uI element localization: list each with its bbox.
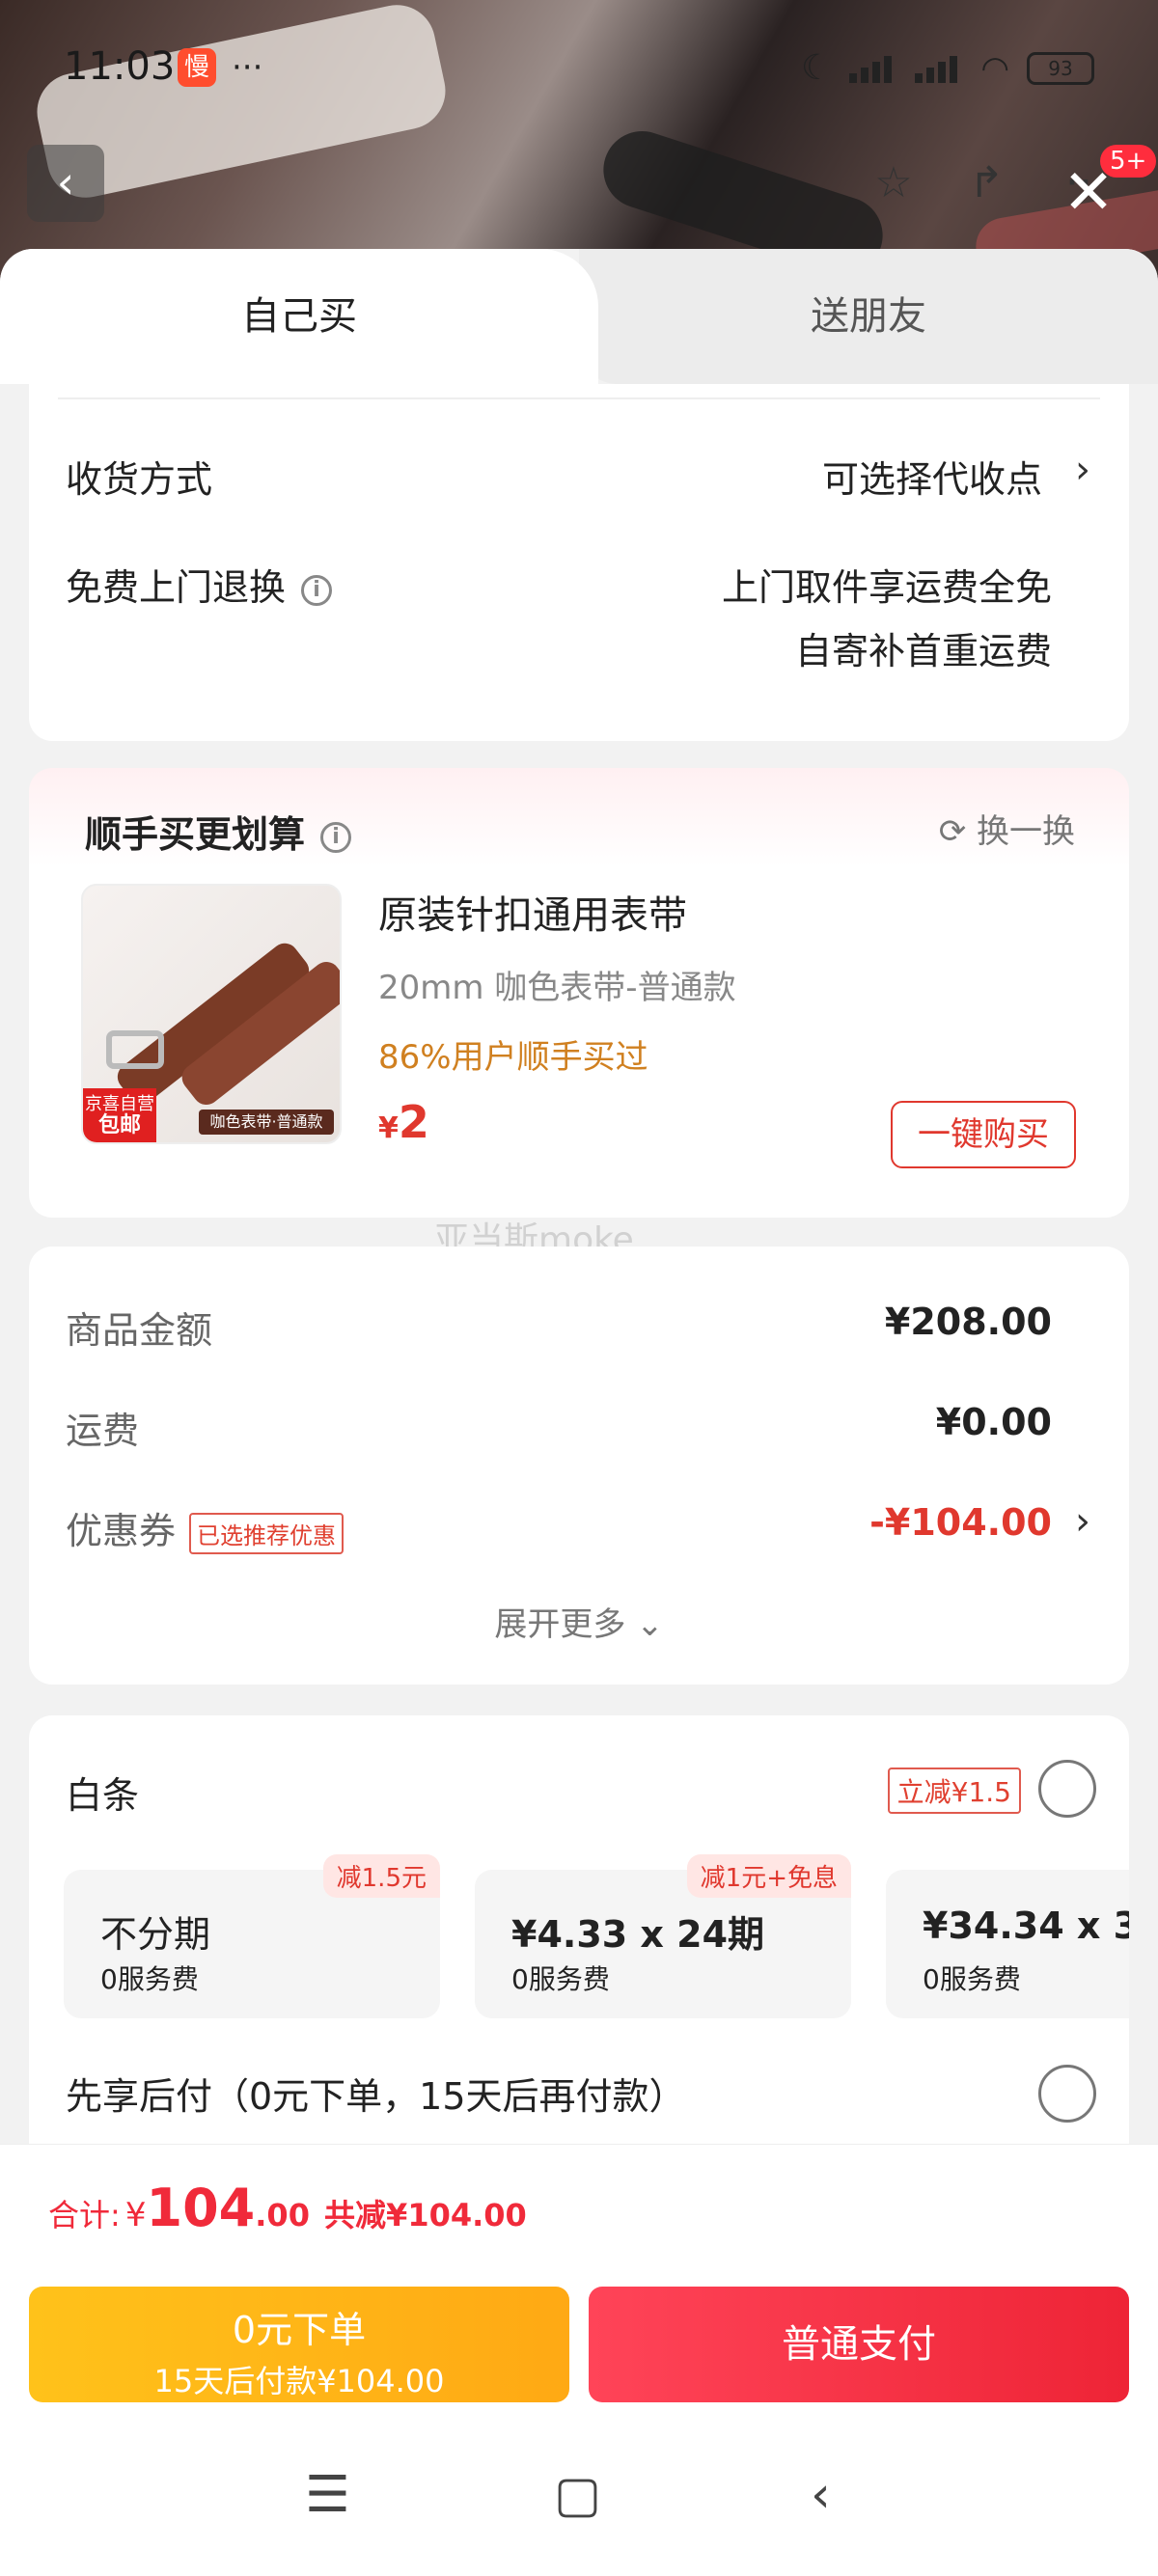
info-icon[interactable]: i — [301, 574, 333, 606]
jd-self-operated-tag: 京喜自营 包邮 — [83, 1088, 156, 1142]
product-thumbnail[interactable]: 京喜自营 包邮 咖色表带·普通款 — [81, 884, 342, 1144]
delivery-card: 收货方式 可选择代收点 › 免费上门退换 i 上门取件享运费全免 自寄补首重运费 — [29, 384, 1129, 741]
tab-buy-self[interactable]: 自己买 — [0, 249, 598, 384]
upsell-title: 顺手买更划算 i — [85, 805, 352, 858]
back-button[interactable]: ‹ — [27, 145, 104, 222]
total-amount: 合计: ¥104.00 共减¥104.00 — [48, 2178, 527, 2238]
hidden-options-edge — [58, 384, 1100, 399]
refresh-icon: ⟳ — [938, 812, 977, 851]
system-nav-bar: ☰ ▢ ‹ — [0, 2412, 1158, 2576]
expand-more-button[interactable]: 展开更多 ⌄ — [29, 1598, 1129, 1645]
info-icon[interactable]: i — [320, 821, 352, 853]
plan-no-installment[interactable]: 减1.5元 不分期 0服务费 — [64, 1854, 440, 2018]
plan-title: ¥34.34 x 3 — [923, 1905, 1129, 1947]
pay-later-sub: 15天后付款¥104.00 — [153, 2363, 445, 2399]
signal-icon — [849, 54, 897, 83]
plan-promo-tag: 减1.5元 — [322, 1854, 440, 1898]
delivery-method-value[interactable]: 可选择代收点 — [822, 450, 1042, 503]
coupon-recommended-tag: 已选推荐优惠 — [189, 1513, 345, 1554]
refresh-button[interactable]: ⟳ 换一换 — [939, 805, 1075, 852]
price-summary-card: 商品金额 ¥208.00 运费 ¥0.00 优惠券 已选推荐优惠 -¥104.00… — [29, 1247, 1129, 1685]
total-saved: 共减¥104.00 — [324, 2197, 527, 2233]
pay-later-radio[interactable] — [1038, 2065, 1096, 2123]
battery-icon: 93 — [1027, 51, 1094, 85]
chevron-down-icon: ⌄ — [625, 1605, 664, 1644]
purchase-tabs: 送朋友 自己买 — [0, 249, 1158, 384]
upsell-variant: 20mm 咖色表带-普通款 — [378, 969, 736, 1007]
installment-plans: 减1.5元 不分期 0服务费 减1元+免息 ¥4.33 x 24期 0服务费 ¥… — [64, 1715, 1129, 2043]
goods-amount-value: ¥208.00 — [884, 1301, 1052, 1343]
plan-3-months[interactable]: ¥34.34 x 3 0服务费 — [886, 1870, 1129, 2018]
moon-icon: ☾ — [801, 48, 833, 88]
plan-fee: 0服务费 — [923, 1963, 1021, 1995]
wifi-icon: ◠ — [980, 48, 1009, 88]
free-return-label: 免费上门退换 i — [66, 558, 333, 611]
status-bar: 11:03 慢 ··· ☾ ◠ 93 — [0, 0, 1158, 135]
close-icon[interactable]: ✕ — [1058, 162, 1119, 226]
plan-fee: 0服务费 — [511, 1963, 610, 1995]
upsell-card: 顺手买更划算 i ⟳ 换一换 京喜自营 包邮 咖色表带·普通款 原装针扣通用表带 2… — [29, 768, 1129, 1218]
favorite-star-icon[interactable]: ☆ — [867, 156, 921, 210]
variant-tag: 咖色表带·普通款 — [199, 1110, 334, 1135]
tab-gift-friend[interactable]: 送朋友 — [579, 249, 1158, 384]
goods-amount-label: 商品金额 — [66, 1309, 213, 1352]
chevron-right-icon[interactable]: › — [1075, 1499, 1090, 1544]
back-icon[interactable]: ‹ — [811, 2466, 831, 2524]
pay-later-button[interactable]: 0元下单 15天后付款¥104.00 — [29, 2287, 569, 2402]
upsell-price: ¥2 — [378, 1096, 429, 1148]
signal-icon-2 — [915, 54, 963, 83]
normal-pay-button[interactable]: 普通支付 — [589, 2287, 1129, 2402]
coupon-label: 优惠券 已选推荐优惠 — [66, 1501, 345, 1554]
free-return-value-2: 自寄补首重运费 — [794, 630, 1052, 672]
plan-promo-tag: 减1元+免息 — [686, 1854, 851, 1898]
more-notifications-icon: ··· — [232, 48, 263, 87]
plan-24-months[interactable]: 减1元+免息 ¥4.33 x 24期 0服务费 — [475, 1854, 851, 2018]
plan-title: ¥4.33 x 24期 — [511, 1913, 765, 1956]
app-notification-icon: 慢 — [178, 48, 216, 87]
shipping-value: ¥0.00 — [935, 1401, 1052, 1443]
action-bar: 0元下单 15天后付款¥104.00 普通支付 — [0, 2277, 1158, 2412]
plan-fee: 0服务费 — [100, 1963, 199, 1995]
shipping-label: 运费 — [66, 1410, 140, 1452]
share-icon[interactable]: ↱ — [959, 156, 1013, 210]
total-bar: 合计: ¥104.00 共减¥104.00 — [0, 2144, 1158, 2277]
pay-later-label: 先享后付（0元下单，15天后再付款） — [66, 2075, 686, 2118]
upsell-social-proof: 86%用户顺手买过 — [378, 1038, 648, 1077]
system-icons: ☾ ◠ 93 — [801, 48, 1094, 88]
status-time: 11:03 — [64, 44, 176, 89]
home-icon[interactable]: ▢ — [554, 2466, 601, 2524]
chevron-right-icon[interactable]: › — [1075, 448, 1090, 492]
coupon-value[interactable]: -¥104.00 — [869, 1501, 1052, 1544]
one-click-buy-button[interactable]: 一键购买 — [891, 1101, 1076, 1168]
menu-icon[interactable]: ☰ — [305, 2466, 350, 2524]
pay-later-main: 0元下单 — [232, 2309, 367, 2351]
upsell-product-name[interactable]: 原装针扣通用表带 — [378, 884, 687, 940]
plan-title: 不分期 — [100, 1913, 211, 1956]
free-return-value-1: 上门取件享运费全免 — [721, 566, 1052, 609]
delivery-method-label: 收货方式 — [66, 458, 213, 501]
